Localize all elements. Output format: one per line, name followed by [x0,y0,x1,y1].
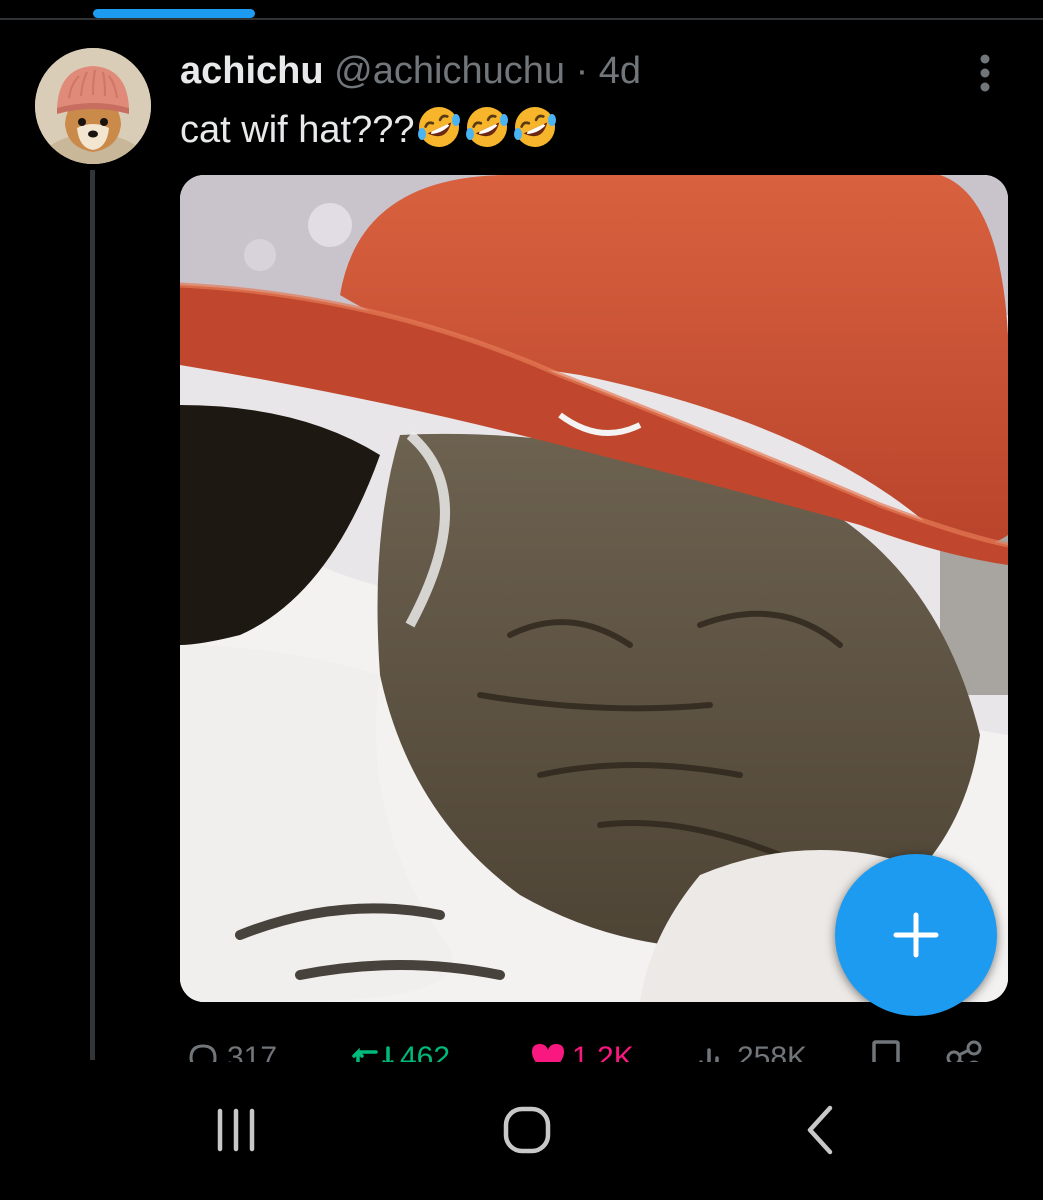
bookmark-button[interactable] [868,1038,904,1062]
thread-connector-line [90,170,95,1060]
plus-icon [893,912,939,958]
rolling-on-the-floor-laughing-emoji-icon [418,107,461,147]
reply-count: 317 [227,1041,278,1062]
avatar[interactable] [35,48,151,164]
separator-dot: · [575,50,589,92]
shiba-with-pink-hat-avatar-image [35,48,151,164]
repost-arrows-icon [352,1046,394,1062]
android-navigation-bar [0,1062,1043,1200]
active-tab-indicator [93,9,255,18]
like-count: 1.2K [572,1041,634,1062]
display-name[interactable]: achichu [180,50,324,92]
post-header: achichu @achichuchu · 4d [180,45,641,97]
home-button[interactable] [487,1090,567,1170]
compose-post-button[interactable] [835,854,997,1016]
home-icon [503,1106,551,1154]
share-icon [946,1040,982,1062]
bar-chart-icon [699,1048,719,1062]
reply-button[interactable]: 317 [183,1038,277,1062]
vertical-ellipsis-icon [980,54,990,92]
repost-button[interactable]: 462 [350,1038,450,1062]
user-handle[interactable]: @achichuchu [334,50,565,92]
bookmark-icon [872,1040,900,1062]
post-text-row: cat wif hat??? [180,104,558,155]
heart-icon [532,1044,564,1062]
recent-apps-button[interactable] [196,1090,276,1170]
more-options-button[interactable] [968,50,1002,96]
post-text: cat wif hat??? [180,109,415,151]
like-button[interactable]: 1.2K [528,1038,634,1062]
rolling-on-the-floor-laughing-emoji-icon [466,107,509,147]
recent-apps-icon [217,1108,255,1152]
post-actions-bar: 317 462 1.2K 258K [0,1030,1043,1062]
view-count: 258K [737,1041,808,1062]
back-button[interactable] [780,1090,860,1170]
repost-count: 462 [400,1041,451,1062]
post-timestamp[interactable]: 4d [599,50,641,92]
back-chevron-icon [807,1105,833,1155]
speech-bubble-icon [189,1044,217,1062]
top-divider [0,18,1043,20]
share-button[interactable] [944,1038,984,1062]
rolling-on-the-floor-laughing-emoji-icon [514,107,557,147]
views-button[interactable]: 258K [693,1038,807,1062]
